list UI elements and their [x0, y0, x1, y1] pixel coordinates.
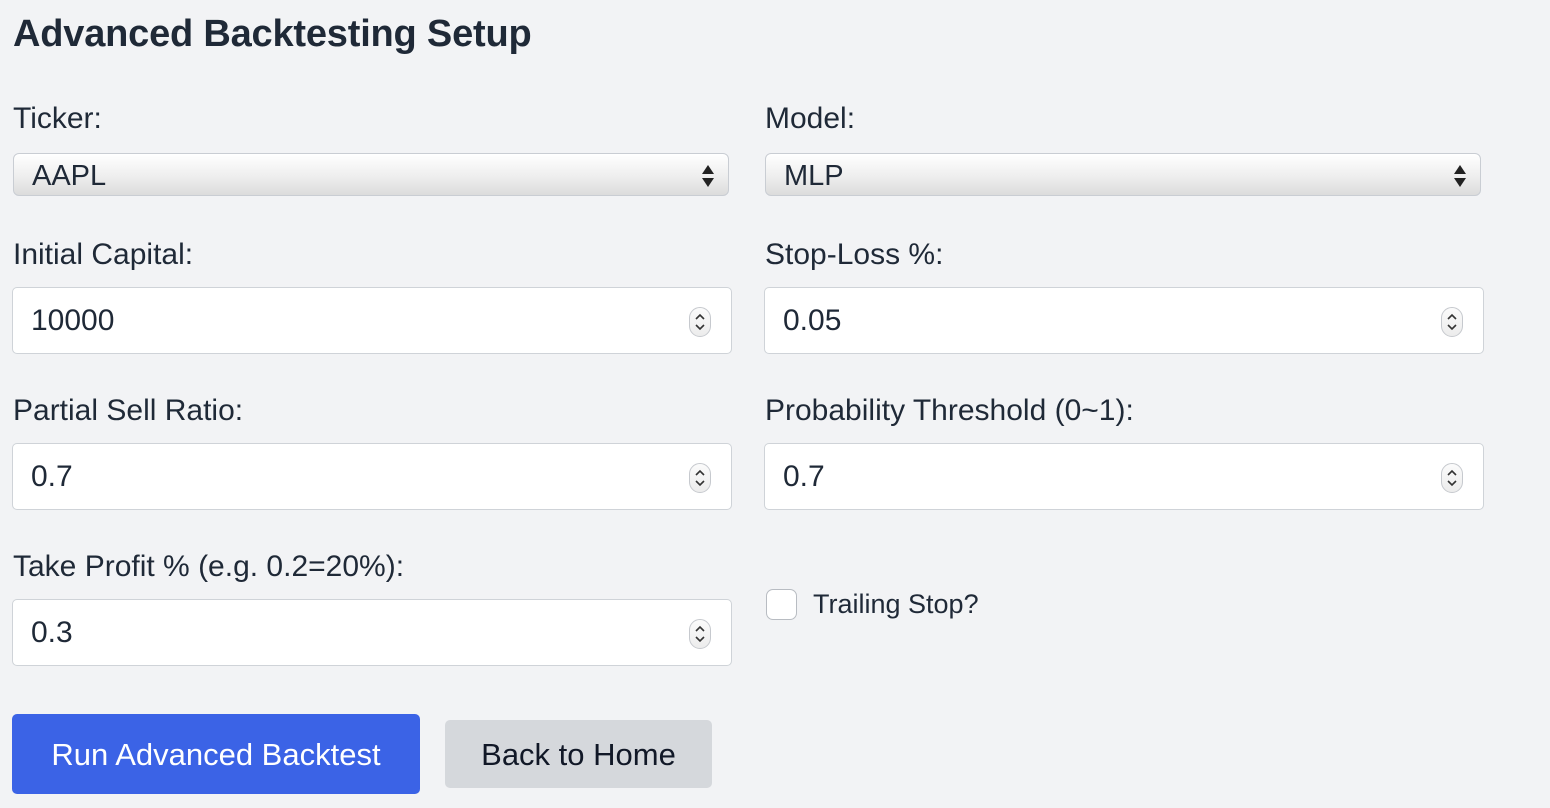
select-arrows-icon	[702, 165, 714, 187]
spinner-arrows-icon	[695, 625, 705, 643]
probability-threshold-label: Probability Threshold (0~1):	[765, 394, 1134, 427]
partial-sell-ratio-stepper[interactable]	[689, 463, 711, 493]
take-profit-value: 0.3	[31, 616, 73, 649]
partial-sell-ratio-input[interactable]: 0.7	[12, 443, 732, 510]
initial-capital-label: Initial Capital:	[13, 238, 194, 271]
trailing-stop-checkbox[interactable]	[766, 589, 797, 620]
ticker-selected-value: AAPL	[32, 160, 107, 192]
partial-sell-ratio-label: Partial Sell Ratio:	[13, 394, 244, 427]
trailing-stop-label[interactable]: Trailing Stop?	[813, 586, 979, 622]
initial-capital-value: 10000	[31, 304, 115, 337]
ticker-select[interactable]: AAPL	[13, 153, 729, 196]
take-profit-input[interactable]: 0.3	[12, 599, 732, 666]
spinner-arrows-icon	[695, 313, 705, 331]
partial-sell-ratio-value: 0.7	[31, 460, 73, 493]
probability-threshold-value: 0.7	[783, 460, 825, 493]
stop-loss-stepper[interactable]	[1441, 307, 1463, 337]
probability-threshold-input[interactable]: 0.7	[764, 443, 1484, 510]
back-to-home-button[interactable]: Back to Home	[445, 720, 712, 788]
probability-threshold-stepper[interactable]	[1441, 463, 1463, 493]
spinner-arrows-icon	[1447, 313, 1457, 331]
stop-loss-value: 0.05	[783, 304, 842, 337]
initial-capital-stepper[interactable]	[689, 307, 711, 337]
run-advanced-backtest-button[interactable]: Run Advanced Backtest	[12, 714, 420, 794]
model-label: Model:	[765, 102, 856, 135]
model-selected-value: MLP	[784, 160, 844, 192]
spinner-arrows-icon	[1447, 469, 1457, 487]
backtest-setup-page: Advanced Backtesting Setup Ticker: AAPL …	[0, 0, 1550, 808]
model-select[interactable]: MLP	[765, 153, 1481, 196]
ticker-label: Ticker:	[13, 102, 102, 135]
select-arrows-icon	[1454, 165, 1466, 187]
stop-loss-input[interactable]: 0.05	[764, 287, 1484, 354]
spinner-arrows-icon	[695, 469, 705, 487]
page-title: Advanced Backtesting Setup	[13, 13, 532, 55]
take-profit-label: Take Profit % (e.g. 0.2=20%):	[13, 550, 405, 583]
stop-loss-label: Stop-Loss %:	[765, 238, 944, 271]
initial-capital-input[interactable]: 10000	[12, 287, 732, 354]
take-profit-stepper[interactable]	[689, 619, 711, 649]
